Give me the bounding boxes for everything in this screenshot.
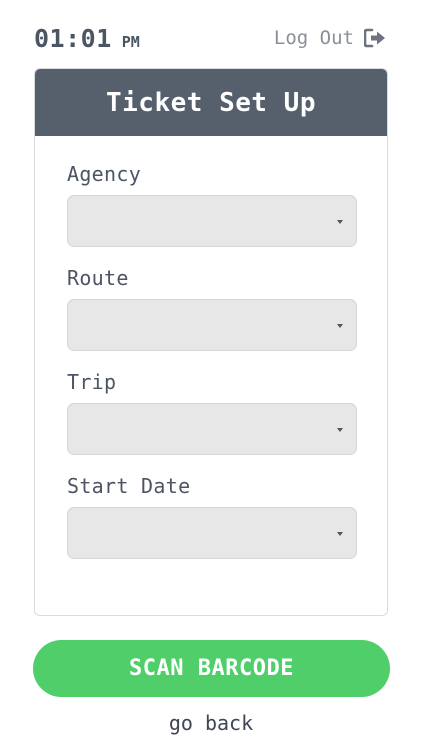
- trip-select[interactable]: [67, 403, 357, 455]
- start-date-select[interactable]: [67, 507, 357, 559]
- agency-field: Agency: [67, 162, 357, 247]
- start-date-label: Start Date: [67, 474, 191, 498]
- chevron-down-icon: [337, 324, 343, 328]
- chevron-down-icon: [337, 428, 343, 432]
- setup-form: Agency Route Trip Start Date: [35, 136, 387, 559]
- clock-ampm: PM: [121, 32, 140, 51]
- card-title: Ticket Set Up: [106, 87, 316, 118]
- agency-select[interactable]: [67, 195, 357, 247]
- sign-out-icon: [363, 28, 386, 48]
- clock-time: 01:01: [34, 23, 112, 53]
- go-back-link[interactable]: go back: [0, 711, 422, 735]
- agency-label: Agency: [67, 162, 142, 186]
- route-label: Route: [67, 266, 129, 290]
- chevron-down-icon: [337, 532, 343, 536]
- chevron-down-icon: [337, 220, 343, 224]
- start-date-field: Start Date: [67, 474, 357, 559]
- route-field: Route: [67, 266, 357, 351]
- card-header: Ticket Set Up: [35, 69, 387, 136]
- ticket-setup-card: Ticket Set Up Agency Route Trip Start Da…: [34, 68, 388, 616]
- scan-barcode-button[interactable]: SCAN BARCODE: [33, 640, 390, 697]
- clock: 01:01 PM: [34, 24, 140, 53]
- trip-field: Trip: [67, 370, 357, 455]
- trip-label: Trip: [67, 370, 117, 394]
- top-bar: 01:01 PM Log Out: [34, 22, 386, 54]
- logout-button[interactable]: Log Out: [274, 27, 386, 49]
- logout-label: Log Out: [273, 27, 354, 49]
- route-select[interactable]: [67, 299, 357, 351]
